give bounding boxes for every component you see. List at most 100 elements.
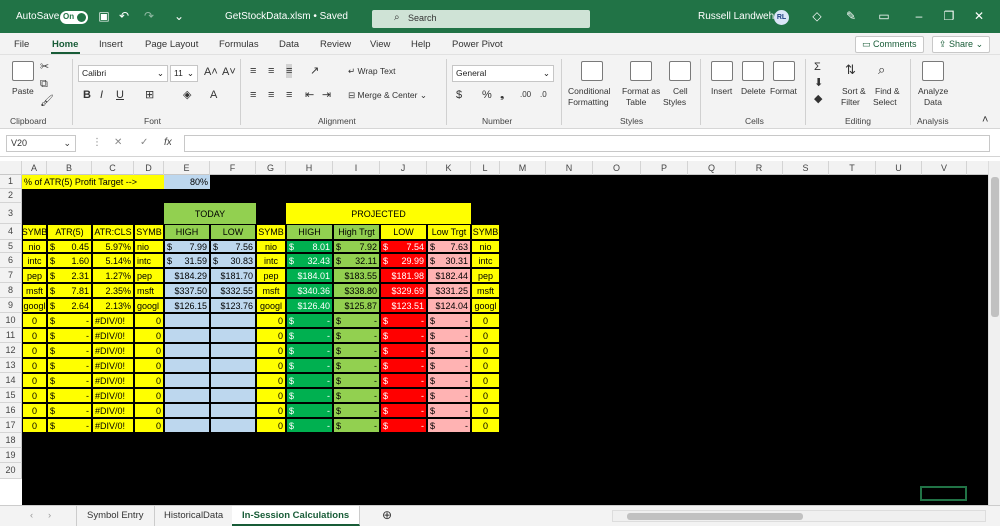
symbol-cell[interactable]: 0 xyxy=(471,373,500,388)
ribbon-display-icon[interactable]: ▭ xyxy=(875,9,893,23)
symbol-cell[interactable]: 0 xyxy=(134,388,164,403)
symbol-cell[interactable]: msft xyxy=(471,283,500,298)
atr-cls-cell[interactable]: #DIV/0! xyxy=(92,328,134,343)
atr-cls-cell[interactable]: 5.14% xyxy=(92,253,134,268)
symbol-cell[interactable]: 0 xyxy=(134,343,164,358)
symbol-cell[interactable]: 0 xyxy=(256,418,286,433)
tab-review[interactable]: Review xyxy=(320,39,351,50)
column-header[interactable]: N xyxy=(546,161,593,175)
row-header[interactable]: 2 xyxy=(0,189,22,203)
formula-input[interactable] xyxy=(184,135,990,152)
symbol-cell[interactable]: 0 xyxy=(134,313,164,328)
symbol-cell[interactable]: 0 xyxy=(22,313,47,328)
projected-low-cell[interactable]: $7.54 xyxy=(380,240,427,253)
today-high-cell[interactable] xyxy=(164,403,210,418)
today-high-cell[interactable] xyxy=(164,388,210,403)
today-high-cell[interactable]: $337.50 xyxy=(164,283,210,298)
symbol-cell[interactable]: 0 xyxy=(471,418,500,433)
symbol-cell[interactable]: 0 xyxy=(22,328,47,343)
bold-icon[interactable]: B xyxy=(83,88,91,102)
sort-filter-button[interactable]: Sort & xyxy=(842,86,866,96)
column-header[interactable]: S xyxy=(783,161,829,175)
table-header[interactable]: LOW xyxy=(380,224,427,240)
underline-icon[interactable]: U xyxy=(116,88,124,102)
atr-cls-cell[interactable]: #DIV/0! xyxy=(92,358,134,373)
high-target-cell[interactable]: $183.55 xyxy=(333,268,380,283)
function-icon[interactable]: fx xyxy=(164,137,172,148)
symbol-cell[interactable]: 0 xyxy=(471,328,500,343)
symbol-cell[interactable]: 0 xyxy=(22,418,47,433)
table-header[interactable]: HIGH xyxy=(164,224,210,240)
column-header[interactable]: C xyxy=(92,161,134,175)
delete-cells-icon[interactable] xyxy=(742,61,764,81)
high-target-cell[interactable]: $ - xyxy=(333,418,380,433)
projected-low-cell[interactable]: $ - xyxy=(380,358,427,373)
column-header[interactable]: P xyxy=(641,161,688,175)
today-high-cell[interactable] xyxy=(164,313,210,328)
table-header[interactable]: High Trgt xyxy=(333,224,380,240)
restore-icon[interactable]: ❐ xyxy=(940,9,958,23)
projected-low-cell[interactable]: $123.51 xyxy=(380,298,427,313)
column-header[interactable]: K xyxy=(427,161,471,175)
today-low-cell[interactable] xyxy=(210,358,256,373)
minimize-icon[interactable]: – xyxy=(910,9,928,23)
today-high-cell[interactable] xyxy=(164,373,210,388)
sheet-tab-in-session-calculations[interactable]: In-Session Calculations xyxy=(232,506,361,526)
low-target-cell[interactable]: $182.44 xyxy=(427,268,471,283)
column-header[interactable]: V xyxy=(922,161,967,175)
symbol-cell[interactable]: 0 xyxy=(471,313,500,328)
align-left-icon[interactable]: ≡ xyxy=(250,88,256,102)
table-header[interactable]: Low Trgt xyxy=(427,224,471,240)
vertical-scrollbar[interactable] xyxy=(988,161,1000,505)
row-header[interactable]: 16 xyxy=(0,403,22,418)
today-high-cell[interactable] xyxy=(164,418,210,433)
high-target-cell[interactable]: $ - xyxy=(333,358,380,373)
high-target-cell[interactable]: $ - xyxy=(333,373,380,388)
sheet-tab-historical-data[interactable]: HistoricalData xyxy=(154,506,235,526)
tab-power-pivot[interactable]: Power Pivot xyxy=(452,39,503,50)
today-high-cell[interactable] xyxy=(164,343,210,358)
high-target-cell[interactable]: $ - xyxy=(333,403,380,418)
symbol-cell[interactable]: googl xyxy=(471,298,500,313)
atr-cell[interactable]: $ - xyxy=(47,358,92,373)
projected-high-cell[interactable]: $ - xyxy=(286,313,333,328)
today-header[interactable]: TODAY xyxy=(164,203,256,224)
today-low-cell[interactable] xyxy=(210,373,256,388)
conditional-formatting-label[interactable]: Conditional xyxy=(568,86,611,96)
tab-data[interactable]: Data xyxy=(279,39,299,50)
symbol-cell[interactable]: msft xyxy=(134,283,164,298)
today-low-cell[interactable]: $181.70 xyxy=(210,268,256,283)
number-format-box[interactable]: General ⌄ xyxy=(452,65,554,82)
symbol-cell[interactable]: nio xyxy=(256,240,286,253)
high-target-cell[interactable]: $ - xyxy=(333,313,380,328)
projected-low-cell[interactable]: $ - xyxy=(380,403,427,418)
atr-cls-cell[interactable]: 2.13% xyxy=(92,298,134,313)
italic-icon[interactable]: I xyxy=(100,88,103,102)
close-icon[interactable]: ✕ xyxy=(970,9,988,23)
table-header[interactable]: HIGH xyxy=(286,224,333,240)
sheet-tab-symbol-entry[interactable]: Symbol Entry xyxy=(76,506,155,526)
low-target-cell[interactable]: $ - xyxy=(427,328,471,343)
projected-high-cell[interactable]: $32.43 xyxy=(286,253,333,268)
projected-high-cell[interactable]: $ - xyxy=(286,403,333,418)
profit-target-value[interactable]: 80% xyxy=(164,175,210,189)
low-target-cell[interactable]: $331.25 xyxy=(427,283,471,298)
today-low-cell[interactable] xyxy=(210,388,256,403)
tab-formulas[interactable]: Formulas xyxy=(219,39,259,50)
symbol-cell[interactable]: googl xyxy=(22,298,47,313)
column-header[interactable]: R xyxy=(736,161,783,175)
row-header[interactable]: 5 xyxy=(0,240,22,253)
column-header[interactable]: B xyxy=(47,161,92,175)
comments-button[interactable]: ▭ Comments xyxy=(855,36,924,53)
symbol-cell[interactable]: intc xyxy=(471,253,500,268)
analyze-data-icon[interactable] xyxy=(922,61,944,81)
column-header[interactable]: T xyxy=(829,161,876,175)
symbol-cell[interactable]: pep xyxy=(22,268,47,283)
row-header[interactable]: 6 xyxy=(0,253,22,268)
atr-cell[interactable]: $7.81 xyxy=(47,283,92,298)
projected-high-cell[interactable]: $ - xyxy=(286,373,333,388)
projected-low-cell[interactable]: $ - xyxy=(380,343,427,358)
today-high-cell[interactable] xyxy=(164,358,210,373)
column-header[interactable]: M xyxy=(500,161,546,175)
atr-cell[interactable]: $ - xyxy=(47,328,92,343)
